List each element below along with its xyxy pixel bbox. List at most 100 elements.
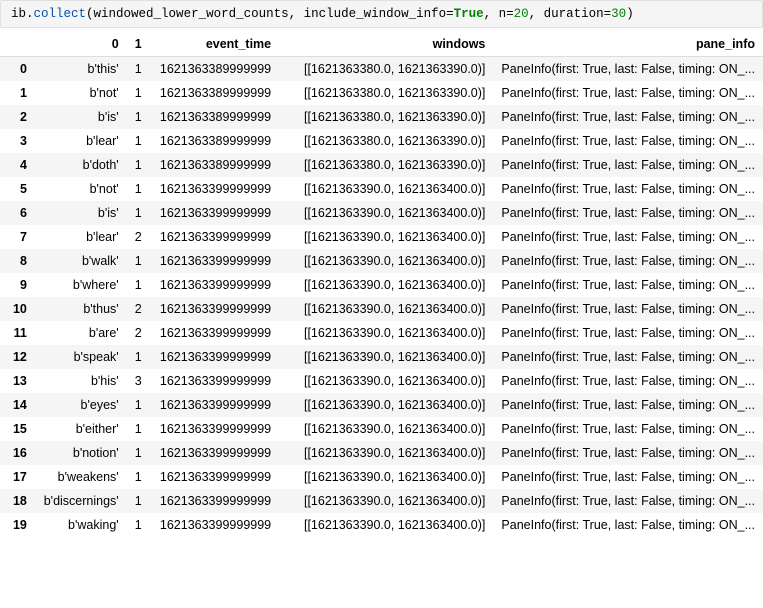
cell-count: 1 <box>127 177 150 201</box>
cell-windows: [[1621363390.0, 1621363400.0)] <box>279 249 493 273</box>
row-index: 7 <box>0 225 35 249</box>
cell-count: 2 <box>127 225 150 249</box>
cell-word: b'either' <box>35 417 127 441</box>
cell-count: 1 <box>127 513 150 537</box>
code-true: True <box>454 7 484 21</box>
table-row: 12b'speak'11621363399999999[[1621363390.… <box>0 345 763 369</box>
cell-count: 3 <box>127 369 150 393</box>
cell-word: b'thus' <box>35 297 127 321</box>
cell-event-time: 1621363399999999 <box>150 273 279 297</box>
cell-pane-info: PaneInfo(first: True, last: False, timin… <box>493 297 763 321</box>
table-row: 0b'this'11621363389999999[[1621363380.0,… <box>0 57 763 82</box>
cell-windows: [[1621363390.0, 1621363400.0)] <box>279 369 493 393</box>
cell-event-time: 1621363399999999 <box>150 513 279 537</box>
cell-word: b'are' <box>35 321 127 345</box>
row-index: 12 <box>0 345 35 369</box>
code-cell[interactable]: ib.collect(windowed_lower_word_counts, i… <box>0 0 763 28</box>
table-row: 2b'is'11621363389999999[[1621363380.0, 1… <box>0 105 763 129</box>
header-col-0: 0 <box>35 32 127 57</box>
cell-event-time: 1621363399999999 <box>150 441 279 465</box>
cell-count: 1 <box>127 201 150 225</box>
cell-word: b'notion' <box>35 441 127 465</box>
cell-pane-info: PaneInfo(first: True, last: False, timin… <box>493 441 763 465</box>
cell-count: 1 <box>127 105 150 129</box>
row-index: 1 <box>0 81 35 105</box>
dataframe-output: 0 1 event_time windows pane_info 0b'this… <box>0 32 763 537</box>
cell-word: b'where' <box>35 273 127 297</box>
cell-word: b'eyes' <box>35 393 127 417</box>
cell-windows: [[1621363380.0, 1621363390.0)] <box>279 105 493 129</box>
table-row: 7b'lear'21621363399999999[[1621363390.0,… <box>0 225 763 249</box>
cell-pane-info: PaneInfo(first: True, last: False, timin… <box>493 417 763 441</box>
row-index: 13 <box>0 369 35 393</box>
cell-count: 1 <box>127 153 150 177</box>
table-row: 6b'is'11621363399999999[[1621363390.0, 1… <box>0 201 763 225</box>
row-index: 6 <box>0 201 35 225</box>
header-row: 0 1 event_time windows pane_info <box>0 32 763 57</box>
cell-windows: [[1621363390.0, 1621363400.0)] <box>279 177 493 201</box>
row-index: 16 <box>0 441 35 465</box>
cell-word: b'weakens' <box>35 465 127 489</box>
cell-count: 1 <box>127 393 150 417</box>
cell-windows: [[1621363390.0, 1621363400.0)] <box>279 465 493 489</box>
row-index: 0 <box>0 57 35 82</box>
table-row: 14b'eyes'11621363399999999[[1621363390.0… <box>0 393 763 417</box>
cell-word: b'is' <box>35 201 127 225</box>
cell-event-time: 1621363389999999 <box>150 81 279 105</box>
cell-word: b'not' <box>35 81 127 105</box>
cell-windows: [[1621363380.0, 1621363390.0)] <box>279 129 493 153</box>
cell-pane-info: PaneInfo(first: True, last: False, timin… <box>493 153 763 177</box>
cell-windows: [[1621363390.0, 1621363400.0)] <box>279 417 493 441</box>
table-row: 18b'discernings'11621363399999999[[16213… <box>0 489 763 513</box>
cell-windows: [[1621363380.0, 1621363390.0)] <box>279 81 493 105</box>
code-obj: ib <box>11 7 26 21</box>
cell-pane-info: PaneInfo(first: True, last: False, timin… <box>493 81 763 105</box>
cell-word: b'discernings' <box>35 489 127 513</box>
cell-count: 1 <box>127 417 150 441</box>
cell-pane-info: PaneInfo(first: True, last: False, timin… <box>493 345 763 369</box>
header-windows: windows <box>279 32 493 57</box>
cell-word: b'lear' <box>35 225 127 249</box>
cell-windows: [[1621363390.0, 1621363400.0)] <box>279 225 493 249</box>
cell-windows: [[1621363380.0, 1621363390.0)] <box>279 57 493 82</box>
header-pane-info: pane_info <box>493 32 763 57</box>
cell-windows: [[1621363390.0, 1621363400.0)] <box>279 297 493 321</box>
cell-word: b'speak' <box>35 345 127 369</box>
table-row: 9b'where'11621363399999999[[1621363390.0… <box>0 273 763 297</box>
cell-pane-info: PaneInfo(first: True, last: False, timin… <box>493 489 763 513</box>
table-row: 17b'weakens'11621363399999999[[162136339… <box>0 465 763 489</box>
cell-event-time: 1621363399999999 <box>150 345 279 369</box>
cell-count: 2 <box>127 321 150 345</box>
code-duration: 30 <box>611 7 626 21</box>
cell-count: 1 <box>127 465 150 489</box>
row-index: 10 <box>0 297 35 321</box>
cell-word: b'walk' <box>35 249 127 273</box>
table-row: 15b'either'11621363399999999[[1621363390… <box>0 417 763 441</box>
cell-word: b'doth' <box>35 153 127 177</box>
cell-pane-info: PaneInfo(first: True, last: False, timin… <box>493 225 763 249</box>
cell-event-time: 1621363389999999 <box>150 105 279 129</box>
code-n: 20 <box>514 7 529 21</box>
cell-count: 1 <box>127 249 150 273</box>
cell-count: 1 <box>127 273 150 297</box>
table-row: 13b'his'31621363399999999[[1621363390.0,… <box>0 369 763 393</box>
header-event-time: event_time <box>150 32 279 57</box>
row-index: 2 <box>0 105 35 129</box>
cell-windows: [[1621363390.0, 1621363400.0)] <box>279 513 493 537</box>
cell-pane-info: PaneInfo(first: True, last: False, timin… <box>493 393 763 417</box>
cell-windows: [[1621363390.0, 1621363400.0)] <box>279 273 493 297</box>
cell-event-time: 1621363399999999 <box>150 321 279 345</box>
cell-event-time: 1621363389999999 <box>150 153 279 177</box>
table-row: 11b'are'21621363399999999[[1621363390.0,… <box>0 321 763 345</box>
row-index: 14 <box>0 393 35 417</box>
cell-windows: [[1621363390.0, 1621363400.0)] <box>279 393 493 417</box>
table-row: 19b'waking'11621363399999999[[1621363390… <box>0 513 763 537</box>
table-row: 10b'thus'21621363399999999[[1621363390.0… <box>0 297 763 321</box>
cell-count: 1 <box>127 441 150 465</box>
cell-event-time: 1621363399999999 <box>150 225 279 249</box>
cell-event-time: 1621363389999999 <box>150 129 279 153</box>
cell-event-time: 1621363399999999 <box>150 489 279 513</box>
cell-event-time: 1621363399999999 <box>150 201 279 225</box>
table-row: 4b'doth'11621363389999999[[1621363380.0,… <box>0 153 763 177</box>
cell-event-time: 1621363399999999 <box>150 369 279 393</box>
